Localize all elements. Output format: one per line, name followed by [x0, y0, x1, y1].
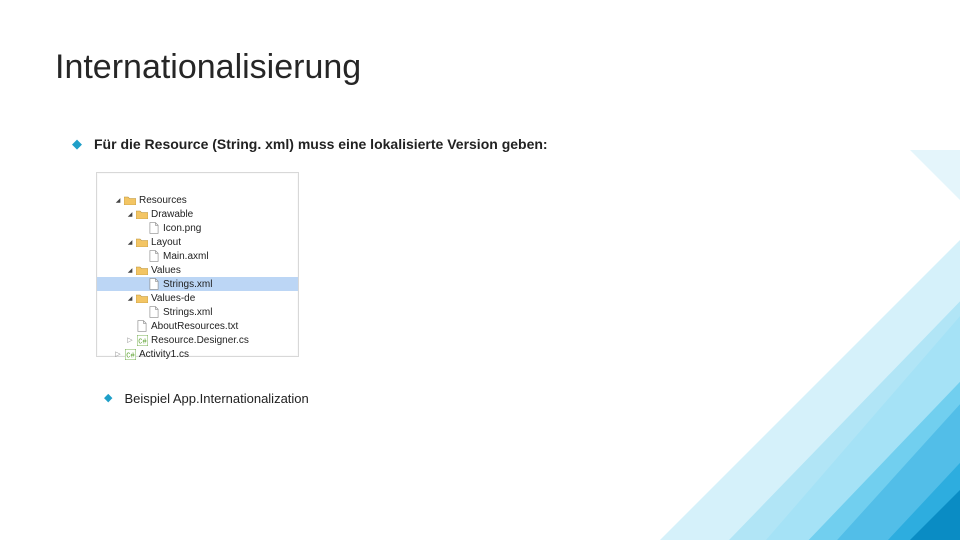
- chevron-down-icon[interactable]: [125, 237, 135, 247]
- file-icon: [136, 320, 148, 332]
- tree-row[interactable]: Resources: [97, 193, 298, 207]
- chevron-down-icon[interactable]: [125, 293, 135, 303]
- tree-row[interactable]: AboutResources.txt: [97, 319, 298, 333]
- tree-item-label: Activity1.cs: [139, 349, 189, 360]
- folder-icon: [136, 264, 148, 276]
- tree-row[interactable]: Layout: [97, 235, 298, 249]
- tree-row[interactable]: Main.axml: [97, 249, 298, 263]
- arrow-none: [125, 321, 135, 331]
- chevron-down-icon[interactable]: [125, 209, 135, 219]
- tree-item-label: Strings.xml: [163, 307, 212, 318]
- file-icon: [148, 278, 160, 290]
- arrow-none: [137, 223, 147, 233]
- tree-row[interactable]: Icon.png: [97, 221, 298, 235]
- tree-item-label: Strings.xml: [163, 279, 212, 290]
- file-icon: [148, 222, 160, 234]
- tree-row[interactable]: Values-de: [97, 291, 298, 305]
- arrow-none: [101, 181, 111, 191]
- arrow-none: [137, 307, 147, 317]
- file-icon: [148, 306, 160, 318]
- tree-row[interactable]: Resource.Designer.cs: [97, 333, 298, 347]
- slide: Internationalisierung ◆ Für die Resource…: [0, 0, 960, 540]
- bullet-icon: ◆: [72, 135, 82, 153]
- bullet-main-text: Für die Resource (String. xml) muss eine…: [94, 135, 548, 153]
- tree-item-label: AboutResources.txt: [151, 321, 238, 332]
- bullet-main: ◆ Für die Resource (String. xml) muss ei…: [72, 135, 548, 153]
- tree-item-label: Icon.png: [163, 223, 201, 234]
- tree-item-label: Resources: [139, 195, 187, 206]
- folder-icon: [136, 292, 148, 304]
- bullet-sub-text: Beispiel App.Internationalization: [124, 390, 308, 408]
- tree-row[interactable]: Strings.xml: [97, 277, 298, 291]
- arrow-none: [137, 251, 147, 261]
- folder-icon: [136, 236, 148, 248]
- tree-item-label: Drawable: [151, 209, 193, 220]
- folder-icon: [124, 194, 136, 206]
- tree-row[interactable]: Drawable: [97, 207, 298, 221]
- tree-item-label: Main.axml: [163, 251, 209, 262]
- cs-icon: [124, 348, 136, 360]
- bullet-icon: ◆: [104, 390, 112, 407]
- folder-icon: [136, 208, 148, 220]
- page-title: Internationalisierung: [55, 48, 361, 87]
- arrow-none: [137, 279, 147, 289]
- chevron-down-icon[interactable]: [113, 195, 123, 205]
- corner-decoration: [480, 150, 960, 540]
- tree-item-label: Layout: [151, 237, 181, 248]
- tree-row[interactable]: Values: [97, 263, 298, 277]
- file-icon: [148, 250, 160, 262]
- tree-item-label: Values-de: [151, 293, 195, 304]
- tree-item-label: Values: [151, 265, 181, 276]
- chevron-down-icon[interactable]: [125, 265, 135, 275]
- chevron-right-icon[interactable]: [125, 335, 135, 345]
- tree-item-label: Resource.Designer.cs: [151, 335, 249, 346]
- tree-panel: Resources Drawable Icon.png Layout Main.axml…: [96, 172, 299, 357]
- cs-icon: [136, 334, 148, 346]
- bullet-sub: ◆ Beispiel App.Internationalization: [104, 390, 309, 408]
- tree-row[interactable]: Activity1.cs: [97, 347, 298, 361]
- tree-row[interactable]: Strings.xml: [97, 305, 298, 319]
- chevron-right-icon[interactable]: [113, 349, 123, 359]
- tree-row[interactable]: [97, 179, 298, 193]
